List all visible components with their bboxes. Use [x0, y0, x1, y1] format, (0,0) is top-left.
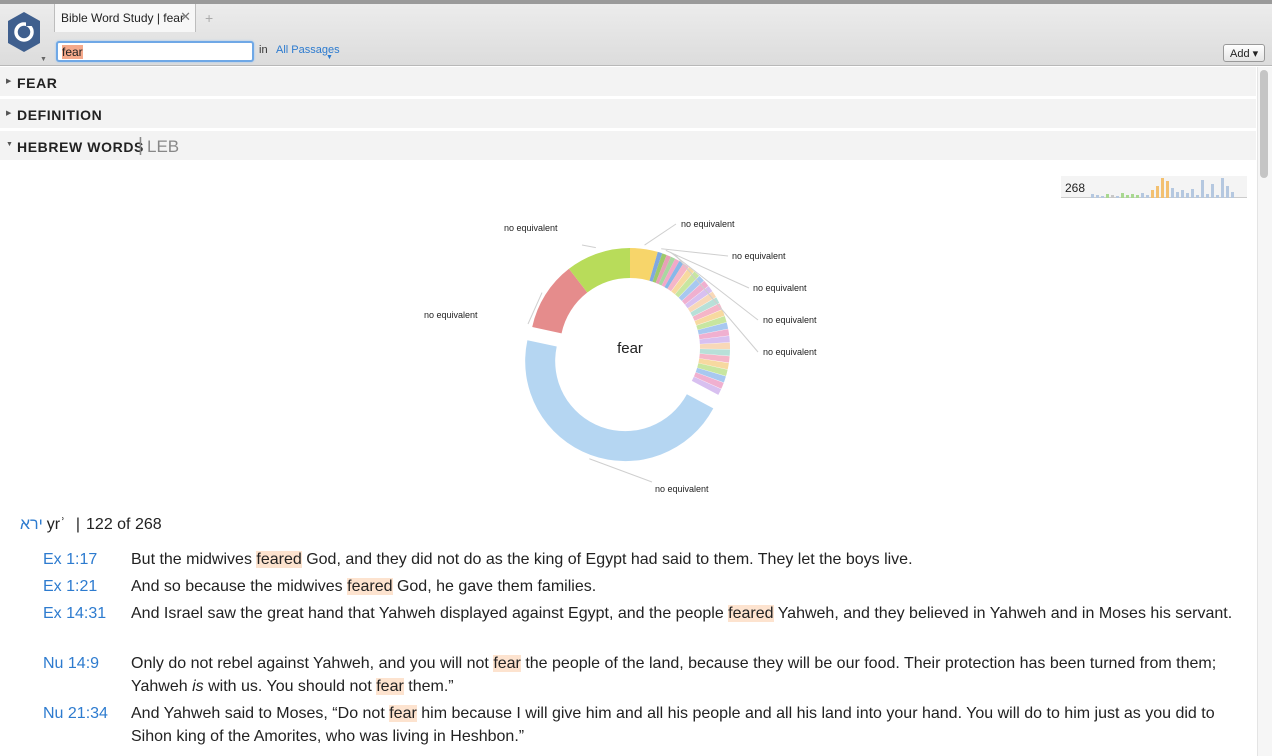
chart-slice-label[interactable]: no equivalent — [681, 219, 735, 229]
verse-text: And Yahweh said to Moses, “Do not fear h… — [131, 702, 1241, 748]
highlighted-term: fear — [389, 705, 417, 722]
section-title: FEAR — [17, 75, 58, 91]
hebrew-lemma-link[interactable]: ירא — [20, 516, 43, 533]
verse-reference-link[interactable]: Ex 14:31 — [43, 602, 106, 625]
tab-bible-word-study[interactable]: Bible Word Study | fear ✕ — [54, 4, 196, 32]
expanded-arrow-icon: ▼ — [6, 141, 13, 148]
highlighted-term: feared — [347, 578, 393, 595]
chart-leader-line — [644, 223, 677, 246]
chart-slice-label[interactable]: no equivalent — [753, 283, 807, 293]
lemma-transliteration: yrʾ — [46, 516, 66, 533]
toolbar: ▼ Bible Word Study | fear ✕ + fear in Al… — [0, 0, 1272, 66]
verse-text: But the midwives feared God, and they di… — [131, 548, 1241, 571]
add-button[interactable]: Add ▾ — [1223, 44, 1265, 62]
verse-text-part: And Israel saw the great hand that Yahwe… — [131, 605, 729, 622]
verse-text: And Israel saw the great hand that Yahwe… — [131, 602, 1241, 625]
italic-word: is — [192, 678, 204, 695]
section-separator: | — [138, 135, 143, 156]
verse-text-part: God, he gave them families. — [392, 578, 597, 595]
verse-text-part: Yahweh, and they believed in Yahweh and … — [773, 605, 1233, 622]
scrollbar-thumb[interactable] — [1260, 70, 1268, 178]
section-version[interactable]: LEB — [147, 137, 179, 157]
verse-text: Only do not rebel against Yahweh, and yo… — [131, 652, 1241, 698]
bible-word-study-window: ▼ Bible Word Study | fear ✕ + fear in Al… — [0, 0, 1272, 756]
verse-reference-link[interactable]: Nu 21:34 — [43, 702, 108, 725]
chart-center-label: fear — [617, 340, 643, 357]
sparkline-bars — [1091, 178, 1234, 198]
section-title: HEBREW WORDS — [17, 139, 144, 155]
section-hebrew-words[interactable]: ▼ HEBREW WORDS | LEB — [0, 131, 1256, 161]
section-definition[interactable]: ▶ DEFINITION — [0, 99, 1256, 129]
verse-text-part: God, and they did not do as the king of … — [301, 551, 913, 568]
logo-menu-caret-icon[interactable]: ▼ — [40, 56, 47, 63]
lemma-count: 122 of 268 — [86, 516, 162, 533]
verse-text-part: And Yahweh said to Moses, “Do not — [131, 705, 390, 722]
search-input[interactable]: fear — [56, 41, 254, 62]
lemma-heading: ירא yrʾ | 122 of 268 — [20, 516, 162, 534]
lemma-separator: | — [75, 516, 81, 533]
tab-close-icon[interactable]: ✕ — [180, 9, 191, 25]
collapsed-arrow-icon: ▶ — [6, 78, 12, 85]
usage-count: 268 — [1065, 181, 1086, 195]
new-tab-icon[interactable]: + — [205, 10, 213, 26]
chart-slice-label[interactable]: no equivalent — [763, 315, 817, 325]
chart-slice-label[interactable]: no equivalent — [732, 251, 786, 261]
tab-title: Bible Word Study | fear — [61, 11, 184, 25]
verse-text-part: them.” — [403, 678, 454, 695]
highlighted-term: feared — [728, 605, 774, 622]
chart-slice-label[interactable]: no equivalent — [763, 347, 817, 357]
scope-caret-icon[interactable]: ▼ — [326, 54, 333, 61]
highlighted-term: feared — [256, 551, 302, 568]
chart-leader-line — [581, 244, 596, 249]
section-title: DEFINITION — [17, 107, 103, 123]
search-query: fear — [62, 45, 83, 59]
usage-sparkline[interactable]: 268 — [1061, 176, 1247, 198]
chart-slice-label[interactable]: no equivalent — [655, 484, 709, 494]
in-label: in — [259, 44, 268, 56]
highlighted-term: fear — [376, 678, 404, 695]
chart-slice-label[interactable]: no equivalent — [424, 310, 478, 320]
chart-leader-line — [589, 458, 653, 483]
verse-reference-link[interactable]: Ex 1:21 — [43, 575, 97, 598]
verse-text: And so because the midwives feared God, … — [131, 575, 1241, 598]
highlighted-term: fear — [493, 655, 521, 672]
collapsed-arrow-icon: ▶ — [6, 110, 12, 117]
verse-text-part: But the midwives — [131, 551, 257, 568]
logos-logo-icon[interactable] — [6, 10, 42, 56]
verse-text-part: And so because the midwives — [131, 578, 348, 595]
verse-reference-link[interactable]: Ex 1:17 — [43, 548, 97, 571]
chart-slice[interactable] — [525, 340, 714, 462]
verse-text-part: with us. You should not — [203, 678, 377, 695]
verse-reference-link[interactable]: Nu 14:9 — [43, 652, 99, 675]
chart-slice-label[interactable]: no equivalent — [504, 223, 558, 233]
section-fear[interactable]: ▶ FEAR — [0, 67, 1256, 97]
verse-text-part: Only do not rebel against Yahweh, and yo… — [131, 655, 494, 672]
